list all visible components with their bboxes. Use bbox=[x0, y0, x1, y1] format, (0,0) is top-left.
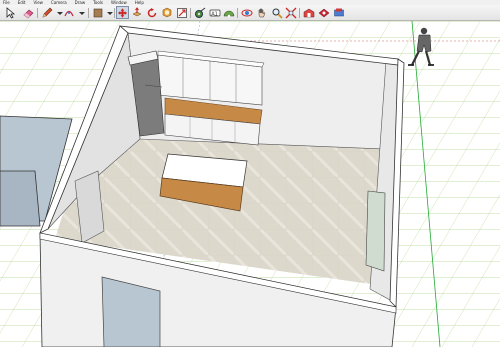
sketchup-window: File Edit View Camera Draw Tools Window … bbox=[0, 0, 500, 347]
share-model-icon[interactable] bbox=[317, 6, 330, 19]
scale-icon[interactable] bbox=[175, 6, 188, 19]
components-icon[interactable] bbox=[332, 6, 345, 19]
orbit-icon[interactable] bbox=[240, 6, 253, 19]
model-viewport[interactable] bbox=[0, 21, 500, 347]
zoom-icon[interactable] bbox=[270, 6, 283, 19]
dropdown-arrow-icon[interactable] bbox=[75, 6, 88, 19]
window bbox=[365, 190, 386, 272]
text-icon[interactable]: A1 bbox=[208, 6, 221, 19]
arc-icon[interactable] bbox=[62, 6, 75, 19]
rotate-icon[interactable] bbox=[145, 6, 158, 19]
adjacent-room-side bbox=[0, 170, 41, 227]
svg-text:A1: A1 bbox=[211, 11, 218, 17]
protractor-icon[interactable] bbox=[222, 6, 235, 19]
move-icon[interactable] bbox=[116, 6, 129, 19]
tape-measure-icon[interactable] bbox=[193, 6, 206, 19]
toolbar: A1 bbox=[0, 5, 500, 21]
eraser-icon[interactable] bbox=[22, 6, 35, 19]
pan-icon[interactable] bbox=[255, 6, 268, 19]
pencil-icon[interactable] bbox=[40, 6, 53, 19]
offset-icon[interactable] bbox=[160, 6, 173, 19]
zoom-extents-icon[interactable] bbox=[284, 6, 297, 19]
push-pull-icon[interactable] bbox=[130, 6, 143, 19]
select-icon[interactable] bbox=[4, 6, 17, 19]
warehouse-icon[interactable] bbox=[302, 6, 315, 19]
